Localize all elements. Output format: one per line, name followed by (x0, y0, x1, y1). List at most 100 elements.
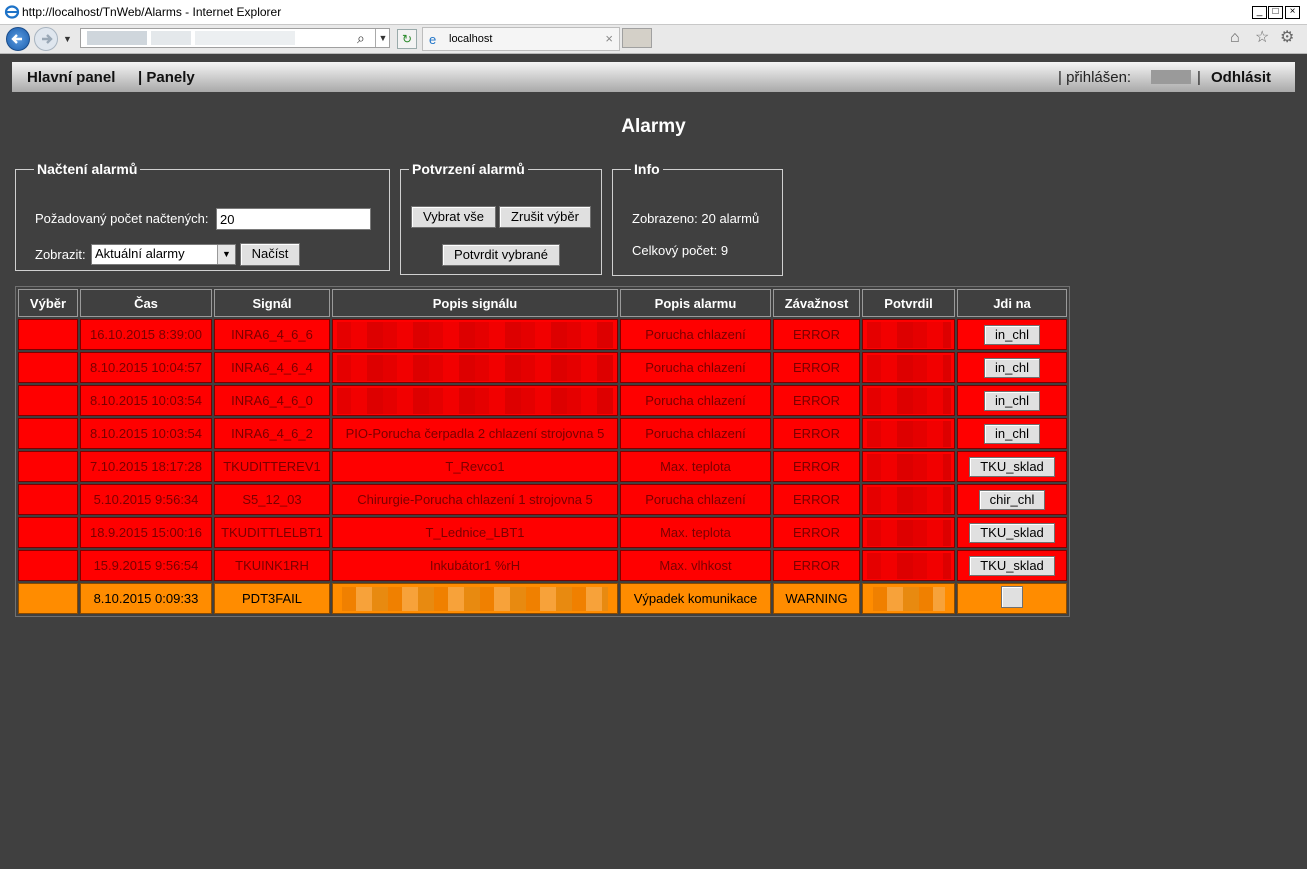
column-header: Popis signálu (332, 289, 618, 317)
signal-desc-cell (332, 385, 618, 416)
time-cell: 8.10.2015 10:03:54 (80, 418, 212, 449)
goto-button[interactable] (1001, 586, 1023, 608)
column-header: Signál (214, 289, 330, 317)
column-header: Jdi na (957, 289, 1067, 317)
refresh-icon[interactable]: ↻ (397, 29, 417, 49)
new-tab-button[interactable] (622, 28, 652, 48)
goto-button[interactable]: in_chl (984, 390, 1040, 411)
table-row: 16.10.2015 8:39:00 INRA6_4_6_6 Porucha c… (18, 319, 1067, 350)
goto-button[interactable]: TKU_sklad (969, 456, 1055, 477)
address-bar[interactable]: ⌕ ▼ (80, 28, 390, 48)
chevron-down-icon[interactable]: ▼ (217, 245, 235, 264)
count-label: Požadovaný počet načtených: (35, 211, 209, 226)
time-cell: 5.10.2015 9:56:34 (80, 484, 212, 515)
severity-cell: ERROR (773, 319, 860, 350)
time-cell: 8.10.2015 10:04:57 (80, 352, 212, 383)
goto-button[interactable]: TKU_sklad (969, 522, 1055, 543)
close-window-button[interactable]: × (1285, 6, 1300, 19)
confirm-selected-button[interactable]: Potvrdit vybrané (442, 244, 560, 266)
browser-nav-bar: ▼ ⌕ ▼ ↻ e localhost × ⌂ ☆ ⚙ (0, 25, 1307, 54)
alarm-desc-cell: Max. vlhkost (620, 550, 771, 581)
ie-logo-icon (4, 5, 20, 19)
forward-button[interactable] (34, 27, 58, 51)
select-cell[interactable] (18, 583, 78, 614)
signal-cell: TKUINK1RH (214, 550, 330, 581)
alarm-desc-cell: Max. teplota (620, 451, 771, 482)
column-header: Závažnost (773, 289, 860, 317)
select-cell[interactable] (18, 319, 78, 350)
select-cell[interactable] (18, 517, 78, 548)
count-input[interactable] (216, 208, 371, 230)
signal-desc-cell (332, 352, 618, 383)
goto-cell: chir_chl (957, 484, 1067, 515)
tab-close-icon[interactable]: × (605, 31, 613, 46)
signal-desc-cell (332, 583, 618, 614)
column-header: Potvrdil (862, 289, 955, 317)
address-dropdown-icon[interactable]: ▼ (375, 29, 390, 47)
goto-cell: in_chl (957, 352, 1067, 383)
severity-cell: ERROR (773, 385, 860, 416)
address-redacted (151, 31, 191, 45)
table-row: 18.9.2015 15:00:16 TKUDITTLELBT1 T_Ledni… (18, 517, 1067, 548)
goto-button[interactable]: chir_chl (978, 489, 1046, 510)
select-cell[interactable] (18, 418, 78, 449)
redacted-block (866, 420, 951, 447)
goto-button[interactable]: in_chl (984, 423, 1040, 444)
time-cell: 8.10.2015 0:09:33 (80, 583, 212, 614)
goto-cell (957, 583, 1067, 614)
address-redacted (87, 31, 147, 45)
redacted-block (872, 586, 945, 611)
table-row: 8.10.2015 0:09:33 PDT3FAIL Výpadek komun… (18, 583, 1067, 614)
goto-button[interactable]: in_chl (984, 324, 1040, 345)
load-alarms-legend: Načtení alarmů (37, 161, 138, 177)
table-row: 8.10.2015 10:03:54 INRA6_4_6_0 Porucha c… (18, 385, 1067, 416)
select-cell[interactable] (18, 352, 78, 383)
alarms-table: Výběr Čas Signál Popis signálu Popis ala… (15, 286, 1070, 617)
logout-link[interactable]: Odhlásit (1211, 69, 1271, 86)
signal-cell: INRA6_4_6_6 (214, 319, 330, 350)
signal-desc-cell: T_Lednice_LBT1 (332, 517, 618, 548)
alarm-desc-cell: Porucha chlazení (620, 484, 771, 515)
home-icon[interactable]: ⌂ (1230, 30, 1240, 46)
alarm-desc-cell: Porucha chlazení (620, 352, 771, 383)
maximize-button[interactable]: □ (1268, 6, 1283, 19)
goto-cell: TKU_sklad (957, 517, 1067, 548)
select-cell[interactable] (18, 550, 78, 581)
goto-button[interactable]: in_chl (984, 357, 1040, 378)
goto-button[interactable]: TKU_sklad (969, 555, 1055, 576)
select-cell[interactable] (18, 451, 78, 482)
deselect-button[interactable]: Zrušit výběr (499, 206, 591, 228)
favorites-star-icon[interactable]: ☆ (1255, 30, 1269, 46)
signal-cell: TKUDITTEREV1 (214, 451, 330, 482)
select-cell[interactable] (18, 385, 78, 416)
history-dropdown-icon[interactable]: ▼ (63, 34, 72, 44)
show-select[interactable]: Aktuální alarmy ▼ (91, 244, 236, 265)
signal-cell: INRA6_4_6_4 (214, 352, 330, 383)
select-cell[interactable] (18, 484, 78, 515)
redacted-block (337, 354, 613, 381)
time-cell: 15.9.2015 9:56:54 (80, 550, 212, 581)
search-icon[interactable]: ⌕ (357, 30, 365, 47)
browser-tab[interactable]: e localhost × (422, 27, 620, 51)
column-header: Výběr (18, 289, 78, 317)
goto-cell: TKU_sklad (957, 451, 1067, 482)
alarm-desc-cell: Porucha chlazení (620, 319, 771, 350)
main-panel-link[interactable]: Hlavní panel (27, 69, 115, 86)
time-cell: 16.10.2015 8:39:00 (80, 319, 212, 350)
severity-cell: WARNING (773, 583, 860, 614)
redacted-block (337, 321, 613, 348)
table-row: 15.9.2015 9:56:54 TKUINK1RH Inkubátor1 %… (18, 550, 1067, 581)
goto-cell: TKU_sklad (957, 550, 1067, 581)
table-row: 7.10.2015 18:17:28 TKUDITTEREV1 T_Revco1… (18, 451, 1067, 482)
load-button[interactable]: Načíst (240, 243, 300, 266)
username-redacted (1151, 70, 1191, 84)
goto-cell: in_chl (957, 319, 1067, 350)
panels-link[interactable]: | Panely (138, 69, 195, 86)
select-all-button[interactable]: Vybrat vše (411, 206, 496, 228)
severity-cell: ERROR (773, 550, 860, 581)
back-button[interactable] (6, 27, 30, 51)
severity-cell: ERROR (773, 517, 860, 548)
minimize-button[interactable]: _ (1252, 6, 1267, 19)
gear-icon[interactable]: ⚙ (1280, 30, 1294, 46)
confirmed-by-cell (862, 319, 955, 350)
